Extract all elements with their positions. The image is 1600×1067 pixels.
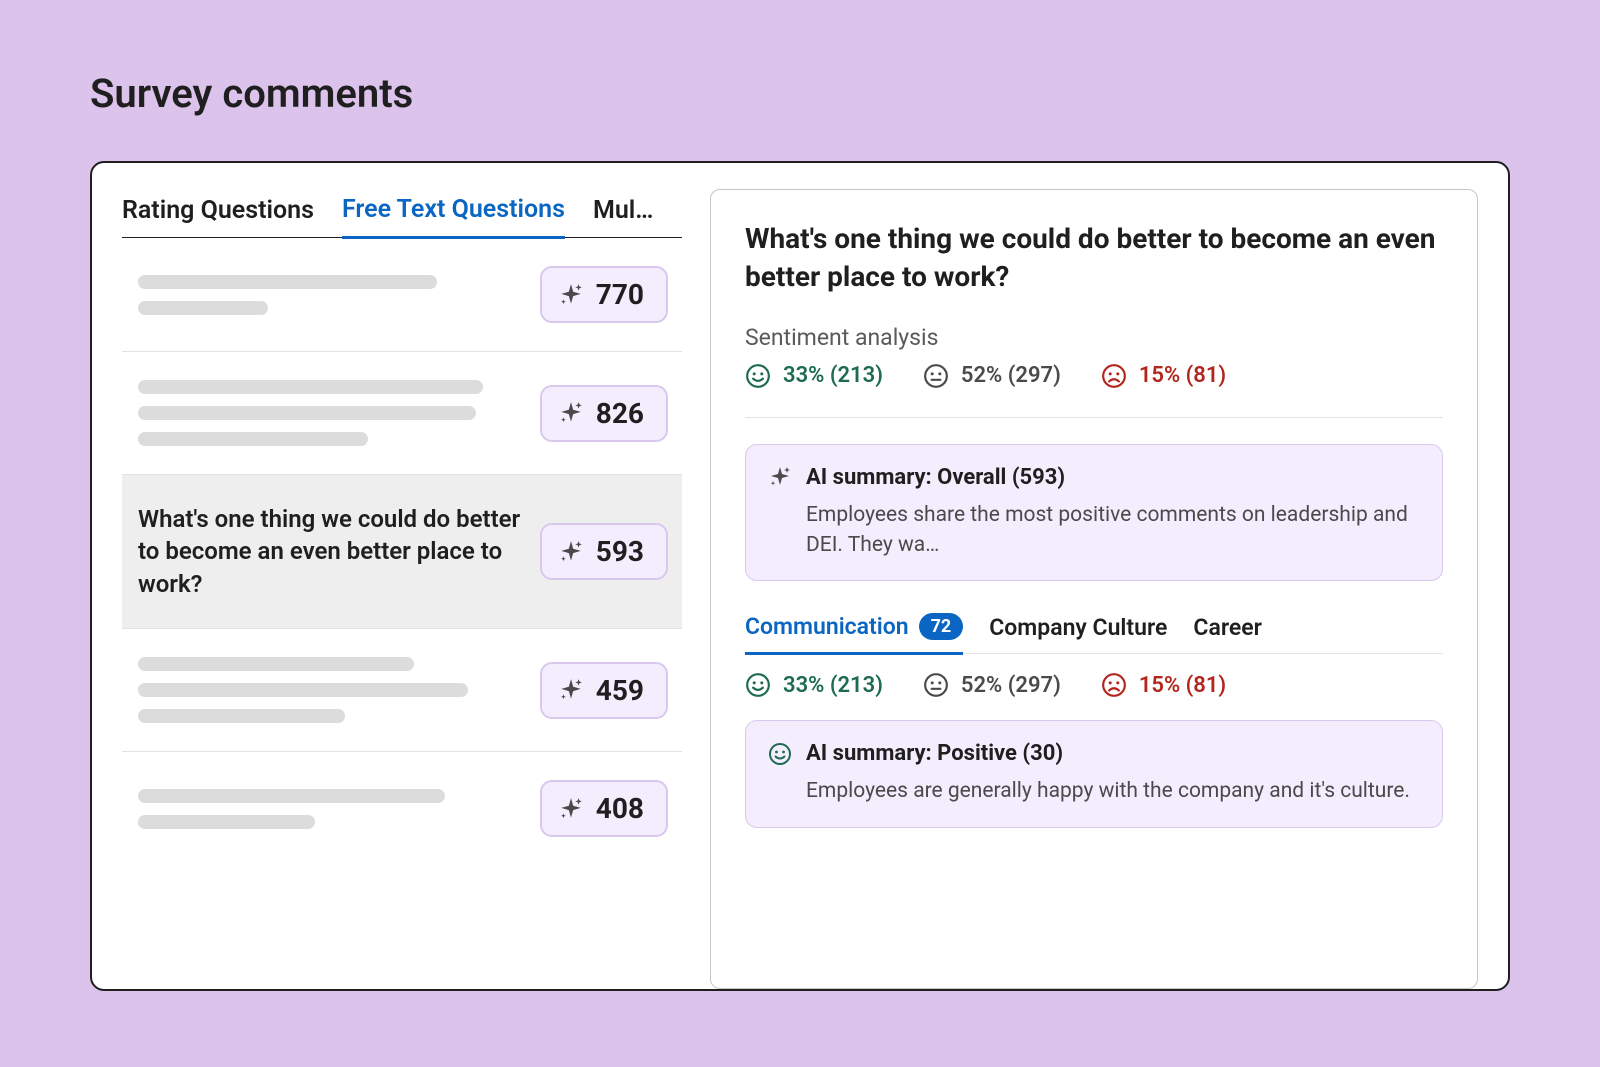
skeleton-line (138, 380, 483, 394)
topic-count-badge: 72 (919, 613, 964, 640)
skeleton-line (138, 406, 476, 420)
skeleton-line (138, 683, 468, 697)
sad-face-icon (1101, 672, 1127, 698)
topic-sentiment-row: 33% (213) 52% (297) 15% (81) (745, 672, 1443, 698)
sparkle-icon (768, 465, 792, 489)
ai-summary-positive-body: Employees are generally happy with the c… (768, 776, 1420, 806)
tab-rating-questions[interactable]: Rating Questions (122, 190, 314, 237)
skeleton-line (138, 275, 437, 289)
sentiment-label: Sentiment analysis (745, 324, 1443, 351)
tab-free-text-questions[interactable]: Free Text Questions (342, 189, 565, 239)
topic-sentiment-neutral: 52% (297) (923, 672, 1061, 698)
question-list: 770 826 (122, 238, 682, 865)
question-row-selected[interactable]: What's one thing we could do better to b… (122, 475, 682, 629)
sentiment-negative: 15% (81) (1101, 363, 1226, 389)
response-count-pill: 770 (540, 266, 668, 323)
question-row[interactable]: 408 (122, 752, 682, 865)
tab-multi[interactable]: Mult… (593, 190, 661, 237)
sparkle-icon (558, 539, 584, 565)
question-panel: Rating Questions Free Text Questions Mul… (122, 189, 682, 989)
topic-tab-communication[interactable]: Communication 72 (745, 607, 963, 655)
sentiment-positive-value: 33% (213) (783, 363, 883, 388)
happy-face-icon (768, 742, 792, 766)
ai-summary-positive: AI summary: Positive (30) Employees are … (745, 720, 1443, 827)
response-count: 459 (596, 674, 644, 707)
sentiment-neutral: 52% (297) (923, 363, 1061, 389)
skeleton-line (138, 815, 315, 829)
survey-card: Rating Questions Free Text Questions Mul… (90, 161, 1510, 991)
happy-face-icon (745, 363, 771, 389)
topic-tabs: Communication 72 Company Culture Career (745, 607, 1443, 654)
topic-sentiment-positive: 33% (213) (745, 672, 883, 698)
sentiment-positive: 33% (213) (745, 363, 883, 389)
topic-tab-label: Company Culture (989, 614, 1167, 641)
skeleton-line (138, 657, 414, 671)
topic-tab-culture[interactable]: Company Culture (989, 608, 1167, 653)
skeleton-line (138, 432, 368, 446)
happy-face-icon (745, 672, 771, 698)
neutral-face-icon (923, 672, 949, 698)
topic-sentiment-negative: 15% (81) (1101, 672, 1226, 698)
sparkle-icon (558, 400, 584, 426)
response-count: 593 (596, 535, 644, 568)
sentiment-neutral-value: 52% (297) (961, 363, 1061, 388)
skeleton-line (138, 789, 445, 803)
ai-summary-overall-heading: AI summary: Overall (593) (806, 465, 1065, 490)
response-count: 408 (596, 792, 644, 825)
neutral-face-icon (923, 363, 949, 389)
topic-tab-label: Communication (745, 613, 909, 640)
ai-summary-positive-heading: AI summary: Positive (30) (806, 741, 1063, 766)
question-row[interactable]: 826 (122, 352, 682, 475)
topic-sentiment-positive-value: 33% (213) (783, 673, 883, 698)
response-count: 770 (596, 278, 644, 311)
response-count-pill: 459 (540, 662, 668, 719)
skeleton-line (138, 301, 268, 315)
detail-panel: What's one thing we could do better to b… (710, 189, 1478, 989)
topic-tab-career[interactable]: Career (1193, 608, 1261, 653)
ai-summary-overall-body: Employees share the most positive commen… (768, 500, 1420, 561)
sparkle-icon (558, 677, 584, 703)
sparkle-icon (558, 796, 584, 822)
topic-sentiment-negative-value: 15% (81) (1139, 673, 1226, 698)
detail-question-title: What's one thing we could do better to b… (745, 220, 1443, 296)
response-count-pill: 826 (540, 385, 668, 442)
topic-tab-label: Career (1193, 614, 1261, 641)
topic-sentiment-neutral-value: 52% (297) (961, 673, 1061, 698)
question-type-tabs: Rating Questions Free Text Questions Mul… (122, 189, 682, 238)
response-count: 826 (596, 397, 644, 430)
sparkle-icon (558, 282, 584, 308)
sad-face-icon (1101, 363, 1127, 389)
response-count-pill: 593 (540, 523, 668, 580)
question-row[interactable]: 770 (122, 238, 682, 352)
page-title: Survey comments (90, 70, 1510, 117)
sentiment-negative-value: 15% (81) (1139, 363, 1226, 388)
question-row[interactable]: 459 (122, 629, 682, 752)
skeleton-line (138, 709, 345, 723)
ai-summary-overall: AI summary: Overall (593) Employees shar… (745, 444, 1443, 582)
sentiment-row: 33% (213) 52% (297) 15% (81) (745, 363, 1443, 418)
response-count-pill: 408 (540, 780, 668, 837)
question-title: What's one thing we could do better to b… (138, 503, 522, 600)
